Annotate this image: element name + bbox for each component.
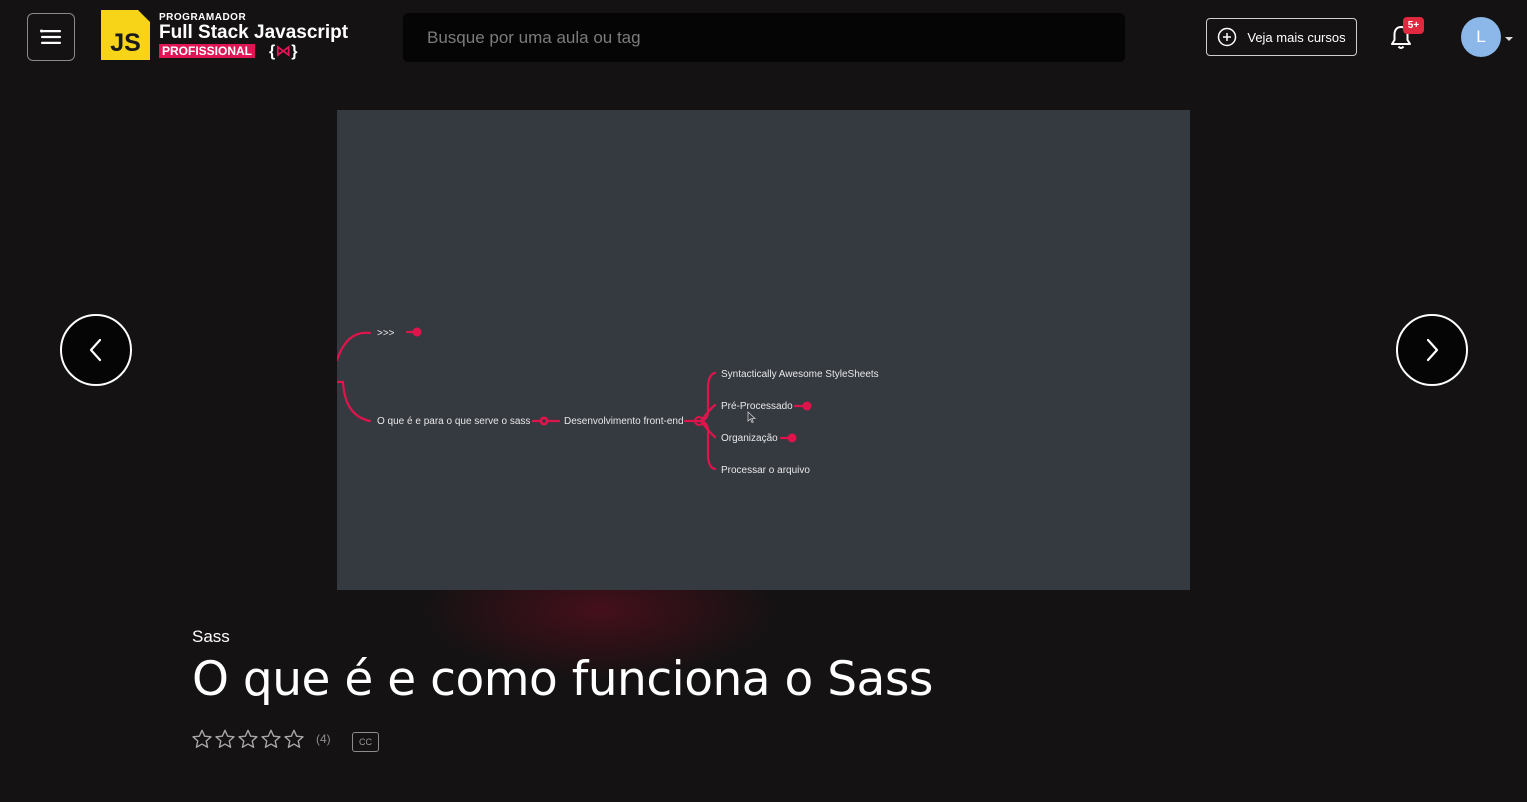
mindmap-middle-node: Desenvolvimento front-end [564,416,684,427]
lesson-title: O que é e como funciona o Sass [192,652,933,707]
more-courses-button[interactable]: Veja mais cursos [1206,18,1357,56]
top-bar: JS PROGRAMADOR Full Stack Javascript PRO… [0,0,1527,76]
star-icon[interactable] [214,728,236,750]
mindmap-branch: Organização [721,433,778,444]
notification-badge: 5+ [1403,17,1424,34]
mouse-cursor [747,411,757,424]
search-input[interactable] [403,13,1125,62]
logo-bottom-line: PROFISSIONAL [159,44,256,58]
logo-braces-mark: {⋈} [269,43,298,60]
user-avatar[interactable]: L [1461,17,1501,57]
next-lesson-button[interactable] [1396,314,1468,386]
lesson-module: Sass [192,627,230,646]
logo-main-line: Full Stack Javascript [159,22,349,43]
mindmap-branch: Pré-Processado [721,401,793,412]
mindmap-diagram: >>> O que é e para o que serve o sass De… [337,327,879,476]
avatar-dropdown-caret[interactable] [1505,37,1513,41]
more-courses-label: Veja mais cursos [1247,29,1346,45]
plus-circle-icon [1218,27,1237,47]
rating-count: (4) [316,732,331,746]
mindmap-branch: Syntactically Awesome StyleSheets [721,369,879,380]
mindmap-branch: Processar o arquivo [721,465,810,476]
rating-stars[interactable] [191,728,305,750]
star-icon[interactable] [283,728,305,750]
course-logo[interactable]: JS PROGRAMADOR Full Stack Javascript PRO… [101,10,351,62]
previous-lesson-button[interactable] [60,314,132,386]
closed-captions-badge: CC [352,732,379,752]
mindmap-root-node: O que é e para o que serve o sass [377,416,530,427]
video-player[interactable]: >>> O que é e para o que serve o sass De… [337,110,1190,590]
mindmap-upper-node: >>> [377,328,395,339]
logo-js-badge: JS [101,10,150,60]
star-icon[interactable] [191,728,213,750]
lesson-rating: (4) [191,728,331,750]
chevron-left-icon [89,338,102,362]
star-icon[interactable] [237,728,259,750]
menu-button[interactable] [27,13,75,61]
star-icon[interactable] [260,728,282,750]
chevron-right-icon [1426,338,1439,362]
menu-icon [40,29,61,44]
